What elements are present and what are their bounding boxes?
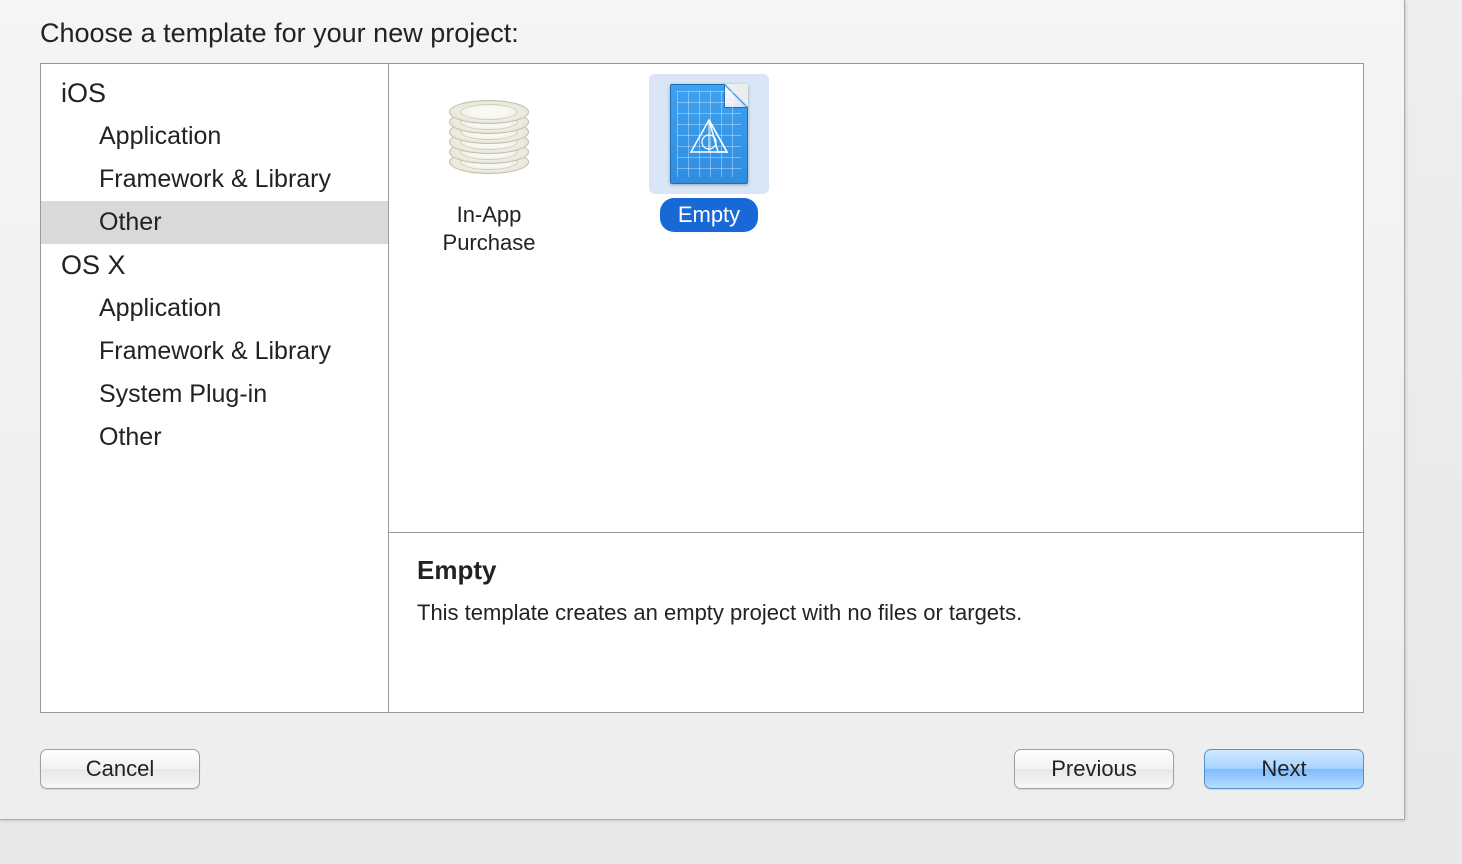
main-content: iOS Application Framework & Library Othe…	[40, 63, 1364, 713]
template-description: Empty This template creates an empty pro…	[389, 532, 1363, 712]
sidebar-heading-osx: OS X	[41, 244, 388, 287]
template-icon-wrap	[429, 74, 549, 194]
sidebar-item-ios-other[interactable]: Other	[41, 201, 388, 244]
blueprint-icon	[670, 84, 748, 184]
sidebar-heading-ios: iOS	[41, 72, 388, 115]
template-label: In-App Purchase	[409, 198, 569, 259]
sidebar-item-ios-application[interactable]: Application	[41, 115, 388, 158]
sidebar-item-osx-other[interactable]: Other	[41, 416, 388, 459]
button-bar: Cancel Previous Next	[0, 713, 1404, 789]
template-category-sidebar: iOS Application Framework & Library Othe…	[41, 64, 389, 712]
previous-button[interactable]: Previous	[1014, 749, 1174, 789]
coins-icon	[445, 94, 533, 174]
sidebar-item-osx-application[interactable]: Application	[41, 287, 388, 330]
sidebar-item-osx-system-plugin[interactable]: System Plug-in	[41, 373, 388, 416]
dialog-title: Choose a template for your new project:	[0, 0, 1404, 63]
new-project-dialog: Choose a template for your new project: …	[0, 0, 1405, 820]
next-button[interactable]: Next	[1204, 749, 1364, 789]
template-grid: In-App Purchase	[389, 64, 1363, 532]
template-icon-wrap	[649, 74, 769, 194]
template-empty[interactable]: Empty	[629, 74, 789, 232]
template-label: Empty	[660, 198, 758, 232]
sidebar-item-osx-framework-library[interactable]: Framework & Library	[41, 330, 388, 373]
template-content: In-App Purchase	[389, 64, 1363, 712]
template-in-app-purchase[interactable]: In-App Purchase	[409, 74, 569, 259]
sidebar-item-ios-framework-library[interactable]: Framework & Library	[41, 158, 388, 201]
cancel-button[interactable]: Cancel	[40, 749, 200, 789]
button-group-left: Cancel	[40, 749, 200, 789]
description-text: This template creates an empty project w…	[417, 600, 1335, 626]
description-title: Empty	[417, 555, 1335, 586]
button-group-right: Previous Next	[1014, 749, 1364, 789]
